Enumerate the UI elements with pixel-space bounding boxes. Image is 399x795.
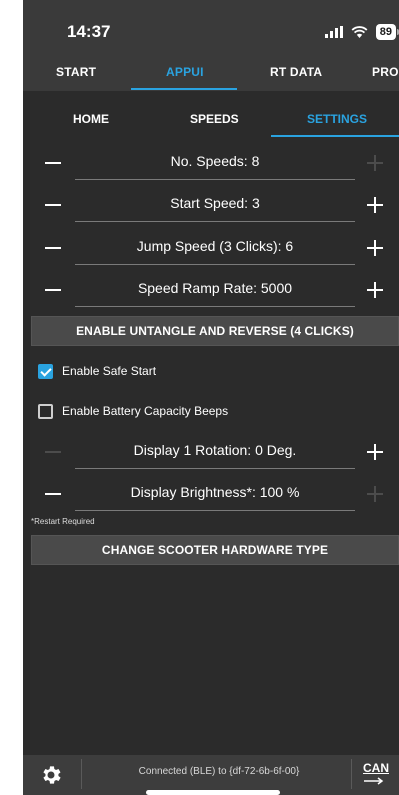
arrow-right-icon bbox=[364, 777, 384, 785]
rotation-underline bbox=[75, 468, 355, 469]
status-icons: 89 bbox=[324, 22, 399, 42]
rotation-value: Display 1 Rotation: 0 Deg. bbox=[133, 442, 297, 458]
sub-tab-indicator bbox=[271, 135, 399, 137]
ramp-rate-decrement-button[interactable] bbox=[45, 289, 61, 291]
tab-home[interactable]: HOME bbox=[73, 112, 109, 126]
no-speeds-row: No. Speeds: 8 bbox=[23, 149, 399, 193]
battery-icon: 89 bbox=[375, 24, 399, 40]
ramp-rate-increment-button[interactable] bbox=[367, 282, 383, 298]
gear-icon[interactable] bbox=[39, 763, 63, 787]
no-speeds-increment-button[interactable] bbox=[367, 155, 383, 171]
main-tab-bar: START APPUI RT DATA PRO bbox=[23, 60, 399, 91]
tab-appui[interactable]: APPUI bbox=[166, 65, 204, 79]
main-tab-indicator bbox=[131, 88, 237, 90]
safe-start-label: Enable Safe Start bbox=[62, 364, 157, 378]
rotation-row: Display 1 Rotation: 0 Deg. bbox=[23, 438, 399, 482]
change-hardware-button[interactable]: CHANGE SCOOTER HARDWARE TYPE bbox=[31, 535, 399, 565]
start-speed-underline bbox=[75, 221, 355, 222]
ramp-rate-underline bbox=[75, 306, 355, 307]
phone-screen: 14:37 89 START APPUI RT DATA PRO HOME SP… bbox=[23, 0, 399, 795]
ramp-rate-row: Speed Ramp Rate: 5000 bbox=[23, 276, 399, 320]
tab-pro[interactable]: PRO bbox=[372, 65, 399, 79]
restart-note: *Restart Required bbox=[31, 517, 95, 526]
brightness-underline bbox=[75, 510, 355, 511]
start-speed-row: Start Speed: 3 bbox=[23, 191, 399, 235]
start-speed-value: Start Speed: 3 bbox=[170, 195, 260, 211]
rotation-increment-button[interactable] bbox=[367, 444, 383, 460]
sub-tab-bar: HOME SPEEDS SETTINGS bbox=[23, 91, 399, 145]
battery-beeps-checkbox[interactable] bbox=[38, 403, 53, 419]
battery-beeps-label: Enable Battery Capacity Beeps bbox=[62, 404, 229, 418]
bottom-divider-left bbox=[81, 759, 82, 789]
home-indicator bbox=[146, 790, 280, 795]
jump-speed-underline bbox=[75, 264, 355, 265]
battery-beeps-option[interactable]: Enable Battery Capacity Beeps bbox=[38, 402, 228, 420]
untangle-reverse-button[interactable]: ENABLE UNTANGLE AND REVERSE (4 CLICKS) bbox=[31, 316, 399, 346]
rotation-decrement-button[interactable] bbox=[45, 451, 61, 453]
jump-speed-increment-button[interactable] bbox=[367, 240, 383, 256]
safe-start-option[interactable]: Enable Safe Start bbox=[38, 362, 156, 380]
jump-speed-row: Jump Speed (3 Clicks): 6 bbox=[23, 234, 399, 278]
no-speeds-decrement-button[interactable] bbox=[45, 162, 61, 164]
brightness-value: Display Brightness*: 100 % bbox=[130, 484, 300, 500]
safe-start-checkbox[interactable] bbox=[38, 363, 53, 379]
no-speeds-underline bbox=[75, 179, 355, 180]
bottom-divider-right bbox=[351, 759, 352, 789]
tab-speeds[interactable]: SPEEDS bbox=[190, 112, 239, 126]
tab-rt-data[interactable]: RT DATA bbox=[270, 65, 322, 79]
brightness-decrement-button[interactable] bbox=[45, 493, 61, 495]
jump-speed-decrement-button[interactable] bbox=[45, 247, 61, 249]
wifi-icon bbox=[351, 26, 368, 38]
tab-settings[interactable]: SETTINGS bbox=[307, 112, 367, 126]
start-speed-decrement-button[interactable] bbox=[45, 204, 61, 206]
status-bar: 14:37 89 bbox=[23, 0, 399, 60]
signal-icon bbox=[324, 26, 343, 38]
brightness-increment-button[interactable] bbox=[367, 486, 383, 502]
bottom-bar: Connected (BLE) to {df-72-6b-6f-00} CAN bbox=[23, 755, 399, 795]
no-speeds-value: No. Speeds: 8 bbox=[170, 153, 260, 169]
jump-speed-value: Jump Speed (3 Clicks): 6 bbox=[136, 238, 294, 254]
status-time: 14:37 bbox=[67, 22, 111, 41]
tab-start[interactable]: START bbox=[56, 65, 96, 79]
battery-level: 89 bbox=[375, 24, 396, 40]
connection-status: Connected (BLE) to {df-72-6b-6f-00} bbox=[138, 766, 300, 777]
ramp-rate-value: Speed Ramp Rate: 5000 bbox=[137, 280, 293, 296]
start-speed-increment-button[interactable] bbox=[367, 197, 383, 213]
can-button[interactable]: CAN bbox=[359, 759, 389, 789]
